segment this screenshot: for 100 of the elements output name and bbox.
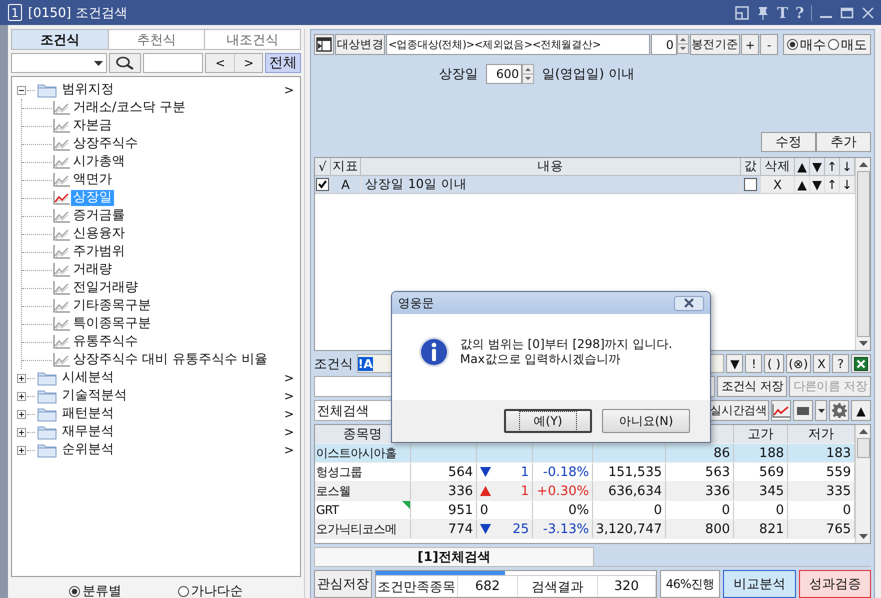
tree-item[interactable]: 기술적분석 xyxy=(60,388,129,404)
no-button[interactable]: 아니요(N) xyxy=(602,409,690,433)
stock-name-cell[interactable]: 오가닉티코스메 xyxy=(315,520,411,538)
watchlist-save-button[interactable]: 관심저장 xyxy=(314,570,372,598)
delete-button[interactable]: X xyxy=(761,176,795,193)
move-button[interactable]: ▲ xyxy=(795,176,810,193)
tree-item[interactable]: 재무분석 xyxy=(60,424,116,440)
tab[interactable]: 추천식 xyxy=(108,30,204,49)
submenu-arrow[interactable]: > xyxy=(284,407,296,421)
collapse-button[interactable]: ▲ xyxy=(851,400,871,421)
collapse-icon[interactable] xyxy=(17,86,26,94)
tree-item[interactable]: 자본금 xyxy=(71,118,114,134)
tree-item[interactable]: 기타종목구분 xyxy=(71,298,153,314)
caret-icon[interactable] xyxy=(94,60,103,66)
submenu-arrow[interactable]: > xyxy=(284,425,296,439)
scroll-up-icon[interactable] xyxy=(858,162,868,167)
tree-item[interactable]: 시세분석 xyxy=(60,370,116,386)
excel-button[interactable] xyxy=(851,354,871,373)
radio-label[interactable]: 분류별 xyxy=(82,582,122,598)
tree-item[interactable]: 신용융자 xyxy=(71,226,127,242)
tree-item[interactable]: 전일거래량 xyxy=(71,280,140,296)
panel-toggle-button[interactable] xyxy=(314,34,334,55)
delete-button[interactable]: X xyxy=(813,354,830,373)
expand-icon[interactable] xyxy=(17,374,26,382)
close-button[interactable] xyxy=(674,296,704,310)
tree-item[interactable]: 주가범위 xyxy=(71,244,127,260)
target-change-button[interactable]: 대상변경 xyxy=(335,34,386,55)
scrollbar[interactable] xyxy=(855,425,870,543)
exclude-button[interactable]: (⊗) xyxy=(786,354,811,373)
radio-button[interactable] xyxy=(787,39,798,50)
expand-icon[interactable] xyxy=(17,446,26,454)
tree-item[interactable]: 액면가 xyxy=(71,172,114,188)
spin-buttons-icon[interactable] xyxy=(522,64,534,84)
scroll-down-icon[interactable] xyxy=(858,341,868,346)
move-button[interactable]: ▼ xyxy=(810,176,825,193)
stop-button[interactable] xyxy=(793,400,813,421)
radio-label[interactable]: 매도 xyxy=(841,36,867,54)
next-button[interactable]: > xyxy=(234,54,262,72)
scroll-up-icon[interactable] xyxy=(858,429,868,434)
bar-basis-button[interactable]: 봉전기준 xyxy=(690,34,740,55)
submenu-arrow[interactable]: > xyxy=(284,443,296,457)
tab[interactable]: 내조건식 xyxy=(204,30,300,49)
add-button[interactable]: 추가 xyxy=(816,132,871,152)
expand-icon[interactable] xyxy=(17,392,26,400)
search-field[interactable] xyxy=(143,53,204,73)
tree-item[interactable]: 거래량 xyxy=(71,262,114,278)
font-button[interactable]: T xyxy=(777,4,788,22)
help-button[interactable]: ? xyxy=(795,4,804,22)
tree-item[interactable]: 패턴분석 xyxy=(60,406,116,422)
edit-button[interactable]: 수정 xyxy=(761,132,816,152)
not-button[interactable]: ! xyxy=(745,354,762,373)
tree-item[interactable]: 거래소/코스닥 구분 xyxy=(71,100,188,116)
previous-button[interactable]: < xyxy=(206,54,234,72)
checkbox[interactable] xyxy=(744,178,757,191)
value-field[interactable]: 600 xyxy=(486,64,522,84)
submenu-arrow[interactable]: > xyxy=(284,83,296,97)
help-button[interactable]: ? xyxy=(832,354,849,373)
radio-button[interactable] xyxy=(828,39,839,50)
add-button[interactable]: + xyxy=(741,34,759,55)
radio-label[interactable]: 가나다순 xyxy=(190,582,243,598)
chart-button[interactable] xyxy=(771,400,791,421)
target-field[interactable]: <업종대상(전체)><제외없음><전체월결산> xyxy=(386,34,650,55)
yes-button[interactable]: 예(Y) xyxy=(504,409,592,433)
dropdown-button[interactable] xyxy=(815,400,827,421)
expand-icon[interactable] xyxy=(17,410,26,418)
move-button[interactable]: ↑ xyxy=(825,176,840,193)
move-button[interactable]: ↓ xyxy=(840,176,855,193)
verify-button[interactable]: 성과검증 xyxy=(798,570,871,598)
parentheses-button[interactable]: ( ) xyxy=(764,354,784,373)
scrollbar-thumb[interactable] xyxy=(856,438,870,458)
search-button[interactable] xyxy=(109,53,142,73)
pin-icon[interactable] xyxy=(756,6,770,20)
close-icon[interactable] xyxy=(861,6,875,20)
radio-button[interactable] xyxy=(178,586,189,596)
tree-item[interactable]: 증거금률 xyxy=(71,208,127,224)
bar-offset-field[interactable]: 0 xyxy=(650,34,677,55)
stock-name-cell[interactable]: 로스웰 xyxy=(315,482,411,500)
scroll-down-icon[interactable] xyxy=(858,534,868,539)
scrollbar[interactable] xyxy=(855,158,870,350)
scrollbar-thumb[interactable] xyxy=(856,171,870,337)
submenu-arrow[interactable]: > xyxy=(284,389,296,403)
stock-name-cell[interactable]: GRT xyxy=(315,501,411,519)
layout-icon[interactable] xyxy=(735,6,750,20)
tab[interactable]: [1]전체검색 xyxy=(314,547,594,566)
tree-item[interactable]: 상장주식수 xyxy=(71,136,140,152)
settings-button[interactable] xyxy=(829,400,849,421)
submenu-arrow[interactable]: > xyxy=(284,371,296,385)
stock-name-cell[interactable]: 이스트아시아홀 xyxy=(315,444,411,462)
radio-button[interactable] xyxy=(69,586,80,596)
tree-item[interactable]: 범위지정 xyxy=(60,82,116,98)
tab[interactable]: 조건식 xyxy=(12,30,108,49)
save-button[interactable]: 조건식 저장 xyxy=(717,376,788,397)
tree-item[interactable]: 상장주식수 대비 유통주식수 비율 xyxy=(71,352,270,368)
compare-button[interactable]: 비교분석 xyxy=(723,570,796,598)
tree-item[interactable]: 순위분석 xyxy=(60,442,116,458)
spin-buttons-icon[interactable] xyxy=(676,34,689,54)
radio-label[interactable]: 매수 xyxy=(800,36,826,54)
dropdown-button[interactable]: ▼ xyxy=(726,354,744,373)
expand-icon[interactable] xyxy=(17,428,26,436)
stock-name-cell[interactable]: 헝셩그룹 xyxy=(315,463,411,481)
